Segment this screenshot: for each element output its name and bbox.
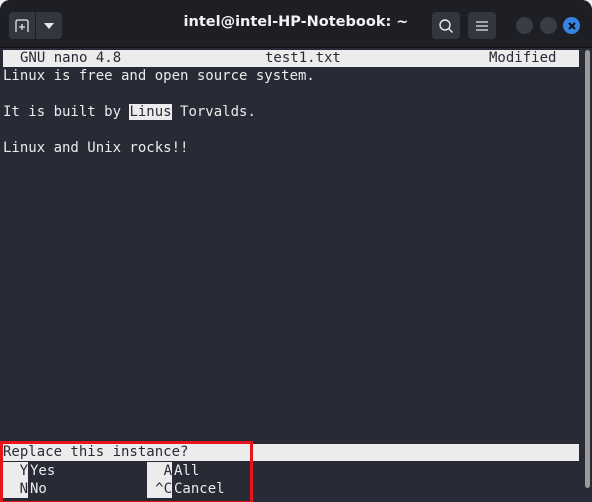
shortcut-key-no[interactable]: N xyxy=(3,480,28,498)
text-line-3-before: It is built by xyxy=(3,104,130,120)
text-line-5: Linux and Unix rocks!! xyxy=(3,140,189,156)
header-bar: intel@intel-HP-Notebook: ~ xyxy=(0,0,592,48)
scrollbar[interactable] xyxy=(583,48,592,502)
hamburger-menu-icon xyxy=(476,20,488,31)
text-line-3: It is built by Linus Torvalds. xyxy=(3,103,256,121)
text-line-3-after: Torvalds. xyxy=(171,104,256,120)
shortcut-label-cancel[interactable]: Cancel xyxy=(174,480,225,498)
scrollbar-thumb[interactable] xyxy=(585,50,590,488)
search-button[interactable] xyxy=(432,12,460,39)
window-title: intel@intel-HP-Notebook: ~ xyxy=(183,14,409,30)
terminal-window: intel@intel-HP-Notebook: ~ GNU nano 4.8 … xyxy=(0,0,592,502)
terminal-content[interactable]: GNU nano 4.8 test1.txt Modified Linux is… xyxy=(0,48,592,502)
replace-prompt: Replace this instance? xyxy=(3,444,579,461)
nano-status: Modified xyxy=(489,50,557,66)
maximize-button[interactable] xyxy=(540,17,557,34)
text-line-1: Linux is free and open source system. xyxy=(3,68,315,84)
shortcut-key-yes[interactable]: Y xyxy=(3,462,28,480)
shortcut-label-no[interactable]: No xyxy=(30,480,47,498)
nano-filename: test1.txt xyxy=(265,50,341,66)
close-button[interactable] xyxy=(563,17,580,34)
minimize-button[interactable] xyxy=(516,17,533,34)
shortcut-key-cancel[interactable]: ^C xyxy=(147,480,172,498)
nano-title-bar: GNU nano 4.8 test1.txt Modified xyxy=(3,50,579,67)
menu-button[interactable] xyxy=(468,12,496,39)
close-icon xyxy=(567,21,576,30)
nano-version: GNU nano 4.8 xyxy=(20,50,122,66)
search-match-highlight: Linus xyxy=(129,104,172,120)
shortcut-label-yes[interactable]: Yes xyxy=(30,462,55,480)
shortcut-key-all[interactable]: A xyxy=(147,462,172,480)
search-icon xyxy=(439,18,453,33)
shortcut-label-all[interactable]: All xyxy=(174,462,199,480)
